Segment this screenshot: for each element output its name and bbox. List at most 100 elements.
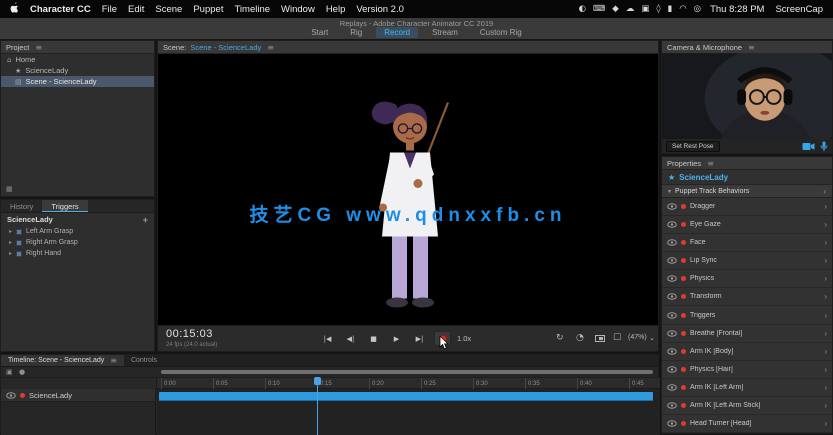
record-arm-dot[interactable]: [20, 392, 25, 398]
previous-frame-button[interactable]: ◀|: [342, 331, 359, 346]
behavior-arrow-icon[interactable]: ›: [824, 202, 827, 211]
disclosure-icon[interactable]: ▸: [9, 228, 12, 235]
panel-menu-icon[interactable]: ≡: [748, 43, 755, 52]
trigger-row[interactable]: ▸ Right Arm Grasp: [1, 237, 154, 248]
visibility-eye-icon[interactable]: [667, 239, 677, 246]
focus-icon[interactable]: ◐: [579, 4, 586, 14]
visibility-eye-icon[interactable]: [667, 203, 677, 210]
snapshot-icon[interactable]: [595, 335, 605, 342]
scene-viewport[interactable]: 技艺CG www.qdnxxfb.cn: [158, 54, 658, 326]
record-arm-dot[interactable]: [681, 384, 686, 390]
behavior-arrow-icon[interactable]: ›: [824, 401, 827, 410]
zoom-level-dropdown[interactable]: (47%): [628, 334, 647, 341]
panel-menu-icon[interactable]: ≡: [110, 356, 117, 365]
spotlight-icon[interactable]: ◎: [694, 4, 701, 14]
behavior-row[interactable]: Head Turner [Head] ›: [662, 414, 832, 434]
workspace-tab-stream[interactable]: Stream: [424, 27, 466, 38]
workspace-tab-rig[interactable]: Rig: [342, 27, 370, 38]
wifi-icon[interactable]: ◠: [679, 4, 686, 14]
visibility-eye-icon[interactable]: [667, 311, 677, 319]
record-arm-dot[interactable]: [681, 366, 686, 372]
behavior-arrow-icon[interactable]: ›: [824, 292, 827, 301]
visibility-eye-icon[interactable]: [667, 402, 677, 409]
timer-icon[interactable]: ◔: [576, 333, 584, 343]
workspace-tab-custom-rig[interactable]: Custom Rig: [472, 27, 530, 38]
trigger-row[interactable]: ▸ Left Arm Grasp: [1, 226, 154, 237]
keyboard-icon[interactable]: ⌨: [593, 4, 605, 14]
behavior-arrow-icon[interactable]: ›: [824, 383, 827, 392]
go-to-start-button[interactable]: |◀: [319, 331, 336, 346]
menu-scene[interactable]: Scene: [155, 4, 182, 15]
visibility-eye-icon[interactable]: [667, 275, 677, 283]
timeline-ruler[interactable]: 0:00 0:05 0:10 0:15 0:20 0:25 0:30 0:35 …: [1, 377, 660, 390]
record-arm-dot[interactable]: [681, 348, 686, 354]
project-item-puppet[interactable]: ★ ScienceLady: [1, 65, 154, 76]
timeline-record-icon[interactable]: ●: [19, 368, 25, 376]
app-menu[interactable]: Character CC: [30, 4, 91, 15]
selected-puppet-row[interactable]: ★ ScienceLady: [662, 170, 832, 185]
visibility-eye-icon[interactable]: [667, 293, 677, 301]
menu-help[interactable]: Help: [326, 4, 346, 15]
behavior-row[interactable]: Arm IK [Left Arm] ›: [662, 378, 832, 397]
behaviors-menu-icon[interactable]: ›: [823, 187, 826, 196]
disclosure-icon[interactable]: ▸: [9, 250, 12, 257]
tab-controls[interactable]: Controls: [124, 355, 164, 366]
panel-menu-icon[interactable]: ≡: [35, 43, 42, 52]
workspace-tab-start[interactable]: Start: [303, 27, 336, 38]
behavior-row[interactable]: Physics ›: [662, 270, 832, 289]
battery-icon[interactable]: ▮: [668, 4, 673, 14]
new-item-icon[interactable]: ▦: [6, 185, 13, 193]
panel-menu-icon[interactable]: ≡: [267, 43, 274, 52]
visibility-eye-icon[interactable]: [6, 391, 16, 399]
chevron-down-icon[interactable]: ⌄: [649, 334, 655, 342]
record-arm-dot[interactable]: [681, 420, 686, 426]
take-clip-bar[interactable]: [159, 392, 653, 401]
trigger-row[interactable]: ▸ Right Hand: [1, 248, 154, 259]
menu-version[interactable]: Version 2.0: [356, 4, 404, 15]
behavior-arrow-icon[interactable]: ›: [824, 311, 827, 320]
add-trigger-icon[interactable]: +: [143, 215, 148, 225]
behavior-row[interactable]: Face ›: [662, 234, 832, 253]
behavior-row[interactable]: Arm IK [Left Arm Stick] ›: [662, 396, 832, 415]
stop-button[interactable]: ■: [365, 331, 382, 346]
tab-history[interactable]: History: [1, 200, 42, 212]
behavior-row[interactable]: Dragger ›: [662, 198, 832, 217]
visibility-eye-icon[interactable]: [667, 257, 677, 265]
visibility-eye-icon[interactable]: [667, 347, 677, 355]
timeline-camera-icon[interactable]: ▣: [6, 368, 13, 376]
cloud-icon[interactable]: ☁: [626, 4, 635, 14]
record-arm-dot[interactable]: [681, 276, 686, 282]
behavior-arrow-icon[interactable]: ›: [824, 256, 827, 265]
visibility-eye-icon[interactable]: [667, 384, 677, 391]
timeline-navigator-scrollbar[interactable]: [161, 370, 653, 374]
behavior-row[interactable]: Physics [Hair] ›: [662, 360, 832, 379]
behavior-row[interactable]: Transform ›: [662, 288, 832, 307]
behaviors-section-header[interactable]: ▾ Puppet Track Behaviors ›: [662, 185, 832, 198]
record-arm-dot[interactable]: [681, 240, 686, 246]
playhead[interactable]: [314, 377, 321, 435]
scene-name-dropdown[interactable]: Scene - ScienceLady: [190, 43, 261, 52]
screencap-menu[interactable]: ScreenCap: [775, 4, 823, 15]
record-arm-dot[interactable]: [681, 312, 686, 318]
behavior-row[interactable]: Breathe [Frontal] ›: [662, 324, 832, 343]
visibility-eye-icon[interactable]: [667, 365, 677, 373]
behavior-row[interactable]: Lip Sync ›: [662, 252, 832, 271]
record-arm-dot[interactable]: [681, 222, 686, 228]
project-home-row[interactable]: ⌂ Home: [1, 54, 154, 65]
record-arm-dot[interactable]: [681, 258, 686, 264]
menu-timeline[interactable]: Timeline: [234, 4, 270, 15]
behavior-arrow-icon[interactable]: ›: [824, 220, 827, 229]
tab-triggers[interactable]: Triggers: [42, 200, 88, 212]
visibility-eye-icon[interactable]: [667, 221, 677, 228]
visibility-eye-icon[interactable]: [667, 329, 677, 337]
behavior-arrow-icon[interactable]: ›: [824, 347, 827, 356]
panel-menu-icon[interactable]: ≡: [707, 159, 714, 168]
menu-file[interactable]: File: [102, 4, 117, 15]
menu-window[interactable]: Window: [281, 4, 315, 15]
collapse-icon[interactable]: ▾: [668, 188, 671, 195]
next-frame-button[interactable]: ▶|: [411, 331, 428, 346]
apple-menu-icon[interactable]: [10, 2, 19, 16]
menubar-clock[interactable]: Thu 8:28 PM: [710, 4, 764, 15]
behavior-arrow-icon[interactable]: ›: [824, 238, 827, 247]
behavior-arrow-icon[interactable]: ›: [824, 329, 827, 338]
